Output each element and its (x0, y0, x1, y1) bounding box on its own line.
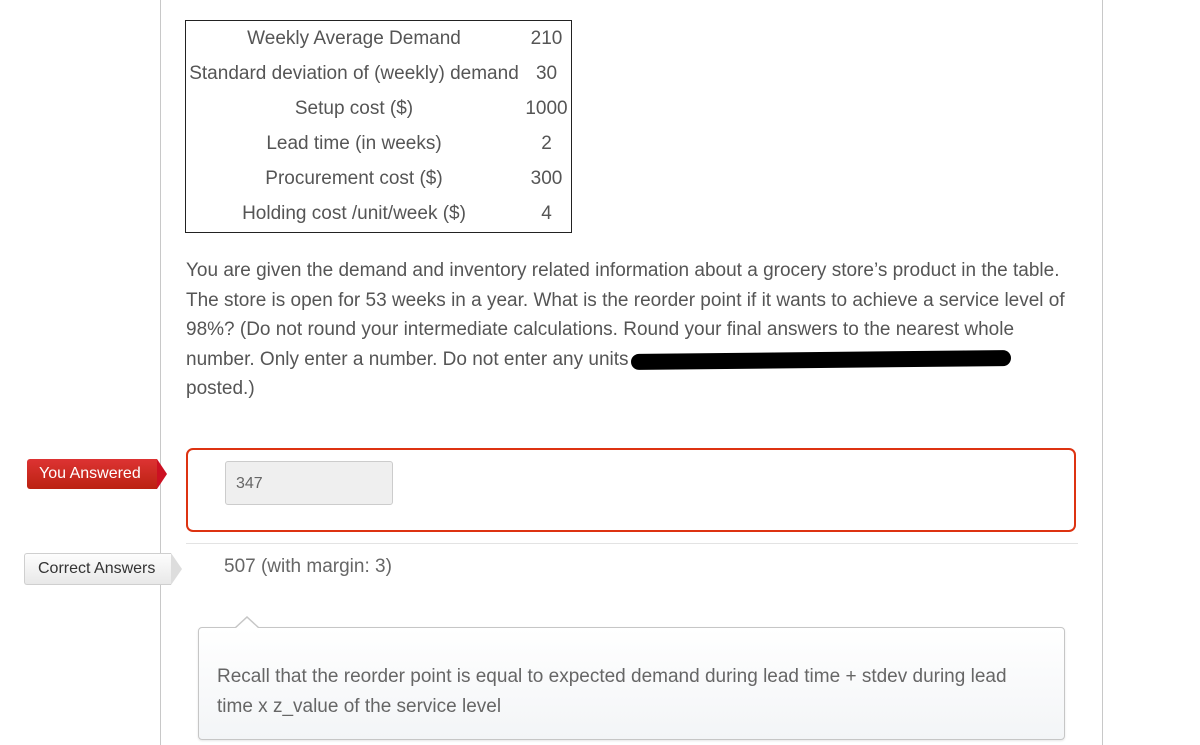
row-value: 210 (530, 27, 563, 49)
table-row: Setup cost ($) 1000 (186, 91, 572, 126)
hint-caret-inner (235, 618, 259, 629)
row-value: 30 (535, 62, 558, 84)
row-label: Standard deviation of (weekly) demand (189, 62, 519, 84)
correct-answers-badge: Correct Answers (24, 553, 183, 585)
table-row: Holding cost /unit/week ($) 4 (186, 197, 572, 233)
row-label: Procurement cost ($) (265, 168, 443, 190)
inventory-data-table: Weekly Average Demand 210 Standard devia… (185, 20, 572, 233)
row-value: 1000 (525, 97, 568, 119)
you-answered-badge: You Answered (27, 459, 167, 489)
table-row: Lead time (in weeks) 2 (186, 126, 572, 161)
table-row: Standard deviation of (weekly) demand 30 (186, 56, 572, 91)
answer-comment-text: Recall that the reorder point is equal t… (217, 666, 1007, 717)
row-label: Setup cost ($) (294, 97, 414, 119)
content-left-border (160, 0, 161, 745)
row-label: Lead time (in weeks) (266, 133, 442, 155)
content-right-border (1102, 0, 1103, 745)
question-text-tail: posted.) (186, 378, 255, 400)
row-value: 300 (530, 168, 563, 190)
table-row: Procurement cost ($) 300 (186, 162, 572, 197)
row-label: Weekly Average Demand (247, 27, 461, 49)
correct-answer-value: 507 (with margin: 3) (224, 556, 392, 577)
row-label: Holding cost /unit/week ($) (242, 203, 466, 225)
answer-input[interactable]: 347 (225, 461, 393, 505)
answer-separator (186, 543, 1078, 544)
row-value: 2 (541, 133, 552, 155)
table-row: Weekly Average Demand 210 (186, 21, 572, 57)
row-value: 4 (541, 203, 552, 225)
question-text: You are given the demand and inventory r… (186, 256, 1086, 404)
redaction-mark (630, 349, 1011, 370)
